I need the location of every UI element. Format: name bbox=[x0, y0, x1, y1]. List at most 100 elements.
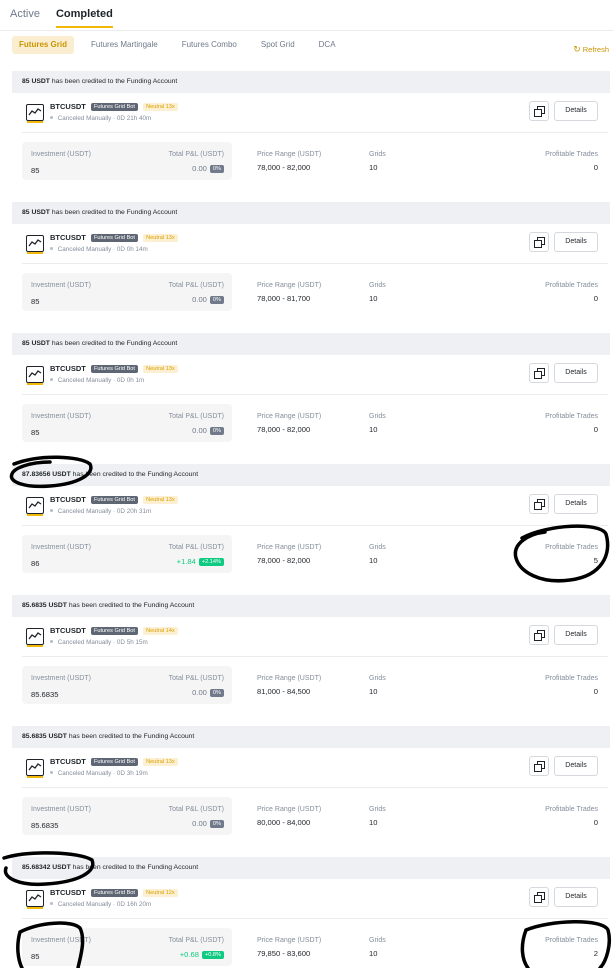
tab-futures-grid[interactable]: Futures Grid bbox=[12, 36, 75, 54]
investment-label: Investment (USDT) bbox=[31, 937, 91, 944]
bot-status: Canceled Manually · 0D 0h 14m bbox=[50, 246, 148, 253]
pnl-row: +1.84 +2.14% bbox=[177, 557, 224, 566]
pnl-label: Total P&L (USDT) bbox=[168, 675, 224, 682]
pair-row: BTCUSDT Futures Grid Bot Neutral 13x bbox=[50, 102, 178, 111]
copy-button[interactable] bbox=[529, 101, 549, 121]
icon-accent-bar bbox=[27, 383, 43, 385]
pnl-value: 0.00 bbox=[192, 426, 207, 435]
investment-pnl-box: Investment (USDT) 85 Total P&L (USDT) 0.… bbox=[22, 273, 232, 311]
profitable-trades-label: Profitable Trades bbox=[545, 806, 598, 813]
pnl-row: 0.00 0% bbox=[192, 426, 224, 435]
bot-card: 85 USDT has been credited to the Funding… bbox=[12, 333, 610, 453]
details-button[interactable]: Details bbox=[554, 625, 598, 645]
grid-bot-chart-icon bbox=[26, 628, 44, 647]
pair-row: BTCUSDT Futures Grid Bot Neutral 13x bbox=[50, 757, 178, 766]
bot-card: 85.68342 USDT has been credited to the F… bbox=[12, 857, 610, 977]
card-divider bbox=[22, 656, 608, 657]
pnl-label: Total P&L (USDT) bbox=[168, 151, 224, 158]
bot-type-tabs: Futures Grid Futures Martingale Futures … bbox=[12, 36, 353, 54]
profitable-trades-value: 0 bbox=[593, 163, 598, 172]
bot-status: Canceled Manually · 0D 0h 1m bbox=[50, 377, 144, 384]
pair-row: BTCUSDT Futures Grid Bot Neutral 13x bbox=[50, 233, 178, 242]
tab-spot-grid[interactable]: Spot Grid bbox=[254, 36, 302, 54]
copy-button[interactable] bbox=[529, 494, 549, 514]
price-range-label: Price Range (USDT) bbox=[257, 413, 322, 420]
tab-completed[interactable]: Completed bbox=[55, 6, 113, 28]
credited-text: has been credited to the Funding Account bbox=[68, 602, 195, 609]
price-range-label: Price Range (USDT) bbox=[257, 151, 322, 158]
pair-symbol: BTCUSDT bbox=[50, 495, 86, 504]
card-divider bbox=[22, 918, 608, 919]
refresh-label: Refresh bbox=[582, 45, 609, 54]
pnl-percent-badge: 0% bbox=[209, 164, 224, 173]
credited-banner: 85.6835 USDT has been credited to the Fu… bbox=[12, 726, 610, 748]
pnl-row: +0.68 +0.8% bbox=[180, 950, 224, 959]
status-dot-icon bbox=[50, 771, 53, 774]
copy-button[interactable] bbox=[529, 363, 549, 383]
status-dot-icon bbox=[50, 902, 53, 905]
mode-leverage-badge: Neutral 14x bbox=[143, 627, 178, 635]
details-button[interactable]: Details bbox=[554, 756, 598, 776]
icon-accent-bar bbox=[27, 645, 43, 647]
copy-button[interactable] bbox=[529, 625, 549, 645]
copy-icon-back bbox=[534, 764, 542, 772]
status-text: Canceled Manually · 0D 0h 14m bbox=[57, 246, 148, 253]
pnl-percent-badge: 0% bbox=[209, 426, 224, 435]
details-button[interactable]: Details bbox=[554, 232, 598, 252]
grids-value: 10 bbox=[369, 163, 378, 172]
price-range-label: Price Range (USDT) bbox=[257, 544, 322, 551]
status-dot-icon bbox=[50, 640, 53, 643]
copy-button[interactable] bbox=[529, 756, 549, 776]
investment-label: Investment (USDT) bbox=[31, 544, 91, 551]
status-text: Canceled Manually · 0D 3h 19m bbox=[57, 770, 148, 777]
pnl-value: +0.68 bbox=[179, 950, 199, 959]
bot-status: Canceled Manually · 0D 16h 20m bbox=[50, 901, 151, 908]
grids-value: 10 bbox=[369, 687, 378, 696]
credited-banner: 85.6835 USDT has been credited to the Fu… bbox=[12, 595, 610, 617]
credited-banner: 87.83656 USDT has been credited to the F… bbox=[12, 464, 610, 486]
copy-icon-back bbox=[534, 633, 542, 641]
investment-label: Investment (USDT) bbox=[31, 282, 91, 289]
bot-card: 85 USDT has been credited to the Funding… bbox=[12, 202, 610, 322]
copy-icon-back bbox=[534, 371, 542, 379]
investment-value: 85 bbox=[31, 952, 40, 961]
details-button[interactable]: Details bbox=[554, 363, 598, 383]
tab-futures-martingale[interactable]: Futures Martingale bbox=[84, 36, 165, 54]
tab-futures-combo[interactable]: Futures Combo bbox=[175, 36, 244, 54]
pnl-percent-badge: 0% bbox=[209, 688, 224, 697]
pair-row: BTCUSDT Futures Grid Bot Neutral 14x bbox=[50, 626, 178, 635]
credited-text: has been credited to the Funding Account bbox=[68, 733, 195, 740]
bot-type-badge: Futures Grid Bot bbox=[90, 627, 138, 635]
pair-row: BTCUSDT Futures Grid Bot Neutral 13x bbox=[50, 495, 178, 504]
status-dot-icon bbox=[50, 378, 53, 381]
details-button[interactable]: Details bbox=[554, 494, 598, 514]
pair-symbol: BTCUSDT bbox=[50, 626, 86, 635]
pnl-row: 0.00 0% bbox=[192, 164, 224, 173]
investment-label: Investment (USDT) bbox=[31, 675, 91, 682]
icon-accent-bar bbox=[27, 776, 43, 778]
mode-leverage-badge: Neutral 13x bbox=[143, 234, 178, 242]
credited-banner: 85 USDT has been credited to the Funding… bbox=[12, 71, 610, 93]
bot-type-badge: Futures Grid Bot bbox=[90, 758, 138, 766]
grids-value: 10 bbox=[369, 556, 378, 565]
grids-label: Grids bbox=[369, 544, 386, 551]
pnl-row: 0.00 0% bbox=[192, 819, 224, 828]
details-button[interactable]: Details bbox=[554, 101, 598, 121]
grids-label: Grids bbox=[369, 282, 386, 289]
credited-text: has been credited to the Funding Account bbox=[72, 471, 199, 478]
bot-card: 85 USDT has been credited to the Funding… bbox=[12, 71, 610, 191]
details-button[interactable]: Details bbox=[554, 887, 598, 907]
top-divider bbox=[0, 30, 613, 31]
copy-button[interactable] bbox=[529, 232, 549, 252]
investment-value: 85 bbox=[31, 166, 40, 175]
investment-pnl-box: Investment (USDT) 85 Total P&L (USDT) +0… bbox=[22, 928, 232, 966]
tab-dca[interactable]: DCA bbox=[312, 36, 343, 54]
pnl-label: Total P&L (USDT) bbox=[168, 806, 224, 813]
tab-active[interactable]: Active bbox=[10, 6, 40, 28]
bot-type-badge: Futures Grid Bot bbox=[90, 889, 138, 897]
refresh-button[interactable]: ↻ Refresh bbox=[573, 44, 609, 55]
grid-bot-chart-icon bbox=[26, 497, 44, 516]
copy-button[interactable] bbox=[529, 887, 549, 907]
grids-value: 10 bbox=[369, 294, 378, 303]
pnl-percent-badge: 0% bbox=[209, 295, 224, 304]
